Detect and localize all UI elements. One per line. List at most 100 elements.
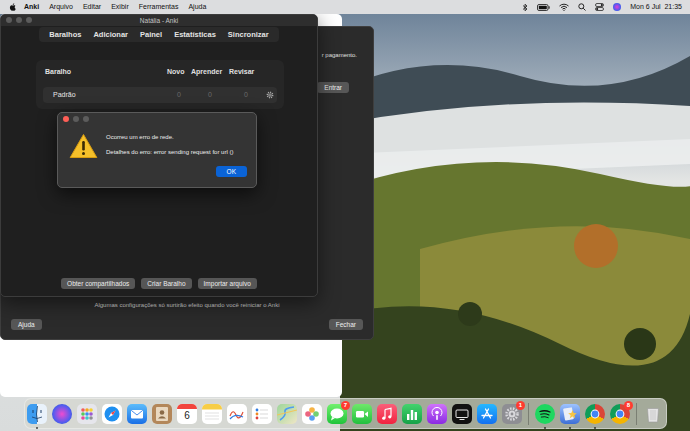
notification-badge: 1 (516, 401, 525, 410)
dock-app[interactable] (452, 404, 472, 424)
dock-app[interactable] (302, 404, 322, 424)
running-indicator (511, 427, 513, 429)
table-header: BaralhoNovoAprenderRevisar (43, 67, 277, 78)
ok-button[interactable]: OK (216, 166, 247, 177)
dock-app[interactable] (277, 404, 297, 424)
dock-app[interactable]: 6 (177, 404, 197, 424)
restart-note: Algumas configurações só surtirão efeito… (1, 301, 373, 310)
anki-icon[interactable] (560, 404, 580, 424)
grapher-icon[interactable] (227, 404, 247, 424)
column-header: Novo (167, 67, 191, 78)
dock-app[interactable]: 8 (610, 404, 630, 424)
clock[interactable]: Mon 6 Jul 21:35 (630, 2, 682, 13)
trash-icon[interactable] (643, 404, 663, 424)
dock-app[interactable] (585, 404, 605, 424)
control-center-icon[interactable] (595, 3, 604, 11)
column-header: Revisar (229, 67, 263, 78)
toolbar-link[interactable]: Baralhos (49, 29, 81, 40)
running-indicator (61, 427, 63, 429)
running-indicator (111, 427, 113, 429)
dock-app[interactable] (535, 404, 555, 424)
photos-icon[interactable] (302, 404, 322, 424)
notes-icon[interactable] (202, 404, 222, 424)
dock-app[interactable] (77, 404, 97, 424)
dock-app[interactable] (227, 404, 247, 424)
toolbar-link[interactable]: Sincronizar (228, 29, 269, 40)
running-indicator (261, 427, 263, 429)
help-button[interactable]: Ajuda (11, 319, 42, 330)
dock-app[interactable] (402, 404, 422, 424)
running-indicator (461, 427, 463, 429)
dock-app[interactable] (427, 404, 447, 424)
numbers-icon[interactable] (402, 404, 422, 424)
appstore-icon[interactable] (477, 404, 497, 424)
spotify-icon[interactable] (535, 404, 555, 424)
podcasts-icon[interactable] (427, 404, 447, 424)
title-bar: Natália - Anki (1, 15, 317, 26)
gear-icon[interactable] (263, 91, 277, 99)
running-indicator (311, 427, 313, 429)
facetime-icon[interactable] (352, 404, 372, 424)
deck-action-button[interactable]: Obter compartilhados (61, 278, 135, 289)
finder-icon[interactable] (27, 404, 47, 424)
dock-app[interactable] (643, 404, 663, 424)
menu-item[interactable]: Ferramentas (139, 2, 179, 13)
notification-badge: 8 (624, 401, 633, 410)
running-indicator (411, 427, 413, 429)
siri-icon[interactable] (613, 3, 621, 11)
wifi-icon[interactable] (559, 3, 569, 11)
siri-icon[interactable] (52, 404, 72, 424)
reminders-icon[interactable] (252, 404, 272, 424)
chrome-icon[interactable] (585, 404, 605, 424)
close-button[interactable] (63, 116, 69, 122)
dock-app[interactable] (352, 404, 372, 424)
music-icon[interactable] (377, 404, 397, 424)
dock-app[interactable] (202, 404, 222, 424)
deck-table: BaralhoNovoAprenderRevisar Padrão000 (36, 60, 284, 109)
dock-app[interactable] (252, 404, 272, 424)
bluetooth-icon[interactable] (522, 3, 528, 12)
dock-app[interactable] (127, 404, 147, 424)
desktop: r pagamento. Entrar Algumas configuraçõe… (0, 14, 690, 431)
contacts-icon[interactable] (152, 404, 172, 424)
menu-item[interactable]: Editar (83, 2, 101, 13)
launchpad-icon[interactable] (77, 404, 97, 424)
close-button[interactable] (6, 17, 12, 23)
close-button[interactable]: Fechar (329, 319, 363, 330)
dock-app[interactable]: 7 (327, 404, 347, 424)
running-indicator (86, 427, 88, 429)
toolbar-link[interactable]: Painel (140, 29, 162, 40)
dock-app[interactable]: 1 (502, 404, 522, 424)
mail-icon[interactable] (127, 404, 147, 424)
dock-app[interactable] (152, 404, 172, 424)
dock-app[interactable] (27, 404, 47, 424)
deck-row[interactable]: Padrão000 (43, 87, 277, 104)
menu-item[interactable]: Arquivo (49, 2, 73, 13)
menu-item[interactable]: Exibir (111, 2, 129, 13)
dock-app[interactable] (102, 404, 122, 424)
toolbar-link[interactable]: Adicionar (93, 29, 128, 40)
battery-icon[interactable] (537, 4, 550, 11)
toolbar-link[interactable]: Estatísticas (174, 29, 216, 40)
maps-icon[interactable] (277, 404, 297, 424)
minimize-button[interactable] (16, 17, 22, 23)
running-indicator (236, 427, 238, 429)
app-menu[interactable]: Anki (24, 2, 39, 13)
dock-app[interactable] (477, 404, 497, 424)
notification-badge: 7 (341, 401, 350, 410)
apple-icon[interactable] (8, 3, 16, 12)
calendar-icon[interactable]: 6 (177, 404, 197, 424)
deck-name[interactable]: Padrão (43, 90, 167, 101)
dock-app[interactable] (52, 404, 72, 424)
deck-action-button[interactable]: Criar Baralho (141, 278, 191, 289)
login-button[interactable]: Entrar (317, 82, 349, 93)
dock-app[interactable] (377, 404, 397, 424)
zoom-button[interactable] (26, 17, 32, 23)
dock-app[interactable] (560, 404, 580, 424)
safari-icon[interactable] (102, 404, 122, 424)
deck-action-button[interactable]: Importar arquivo (198, 278, 257, 289)
menu-item[interactable]: Ajuda (188, 2, 206, 13)
error-dialog: Ocorreu um erro de rede. Detalhes do err… (57, 112, 257, 188)
search-icon[interactable] (578, 3, 586, 11)
tv-icon[interactable] (452, 404, 472, 424)
